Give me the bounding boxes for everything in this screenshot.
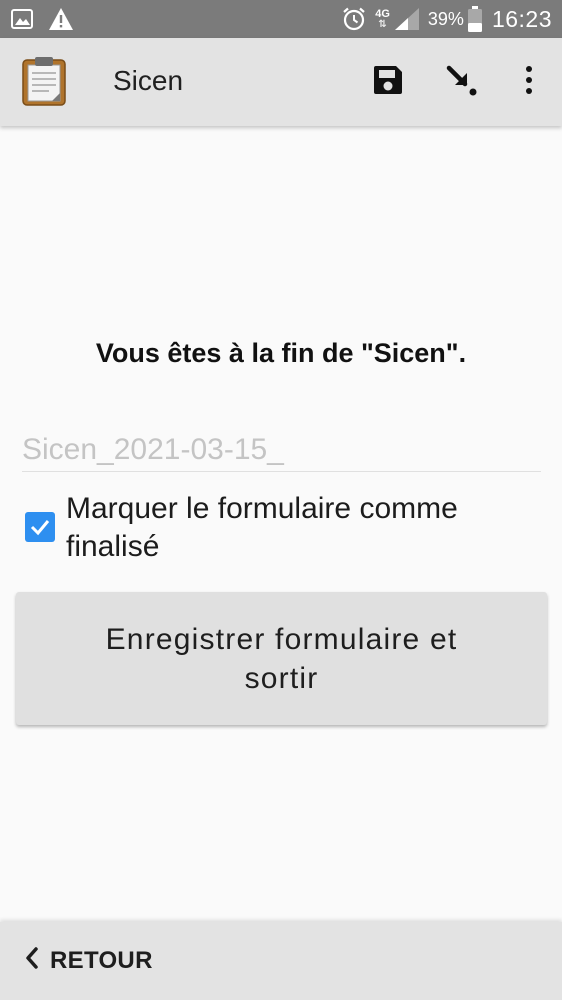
more-options-button[interactable] <box>509 62 549 102</box>
signal-icon <box>394 7 420 31</box>
network-indicator: 4G ⇅ <box>375 9 390 30</box>
app-title: Sicen <box>113 65 184 96</box>
save-button[interactable] <box>368 62 408 102</box>
data-arrows-icon: ⇅ <box>378 19 387 30</box>
alarm-icon <box>341 6 367 32</box>
save-and-exit-button[interactable]: Enregistrer formulaire et sortir <box>16 592 547 725</box>
jump-arrow-icon <box>445 63 479 102</box>
battery-icon <box>467 6 482 32</box>
end-of-form-message: Vous êtes à la fin de "Sicen". <box>95 338 467 368</box>
jump-to-button[interactable] <box>442 62 482 102</box>
battery-percent: 39% <box>427 8 464 29</box>
status-bar: 4G ⇅ 39% 16:23 <box>0 0 562 38</box>
bottom-nav: RETOUR <box>0 922 562 1000</box>
finalize-checkbox-row[interactable]: Marquer le formulaire comme finalisé <box>25 490 545 566</box>
form-name-input[interactable] <box>22 428 541 472</box>
back-button[interactable]: RETOUR <box>24 946 153 975</box>
more-vert-icon <box>524 65 534 100</box>
image-icon <box>10 7 34 31</box>
warning-icon <box>48 7 74 31</box>
screen: 4G ⇅ 39% 16:23 Sicen Vous êtes à la fin … <box>0 0 562 1000</box>
check-icon <box>30 520 50 536</box>
save-icon <box>372 64 404 101</box>
clipboard-icon <box>22 56 66 106</box>
finalize-label: Marquer le formulaire comme finalisé <box>66 492 458 563</box>
finalize-checkbox[interactable] <box>25 512 55 542</box>
app-bar: Sicen <box>0 38 562 126</box>
back-label: RETOUR <box>50 946 153 974</box>
chevron-left-icon <box>24 946 40 975</box>
clock: 16:23 <box>491 5 552 32</box>
